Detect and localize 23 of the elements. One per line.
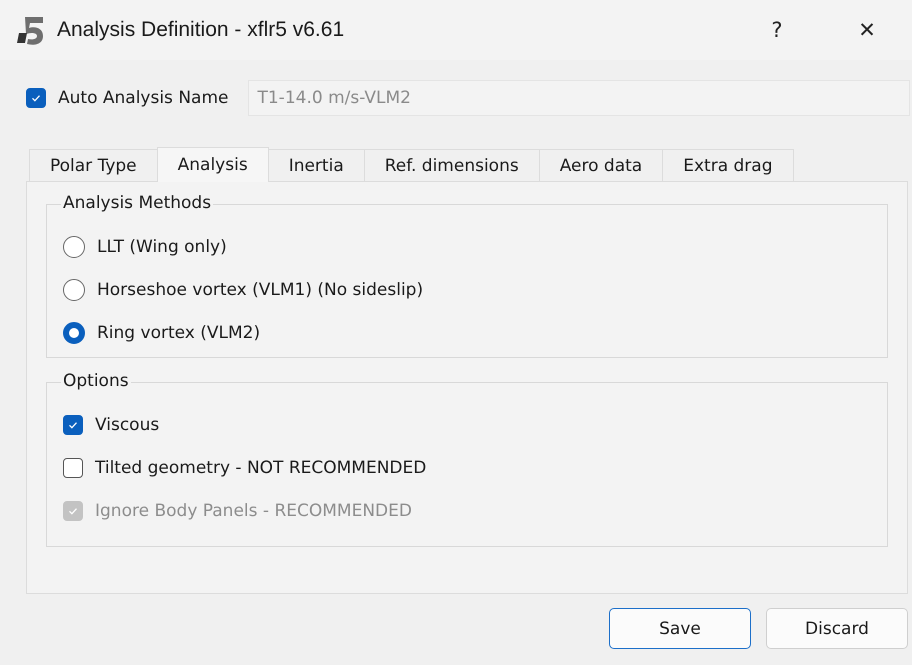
checkbox[interactable] (63, 458, 83, 478)
radio-button[interactable] (63, 322, 85, 344)
radio-label: LLT (Wing only) (97, 236, 227, 256)
checkbox-label: Ignore Body Panels - RECOMMENDED (95, 500, 412, 520)
save-button[interactable]: Save (609, 608, 751, 649)
window-title: Analysis Definition - xflr5 v6.61 (57, 18, 346, 42)
discard-button[interactable]: Discard (766, 608, 908, 649)
help-button[interactable]: ? (732, 18, 822, 42)
tab[interactable]: Extra drag (662, 149, 794, 181)
radio-label: Ring vortex (VLM2) (97, 322, 260, 342)
checkbox-label: Viscous (95, 414, 160, 434)
group-title: Analysis Methods (61, 193, 214, 213)
checkbox-label: Auto Analysis Name (58, 88, 228, 108)
checkbox-label: Tilted geometry - NOT RECOMMENDED (95, 458, 426, 478)
radio-button[interactable] (63, 278, 85, 300)
tab[interactable]: Analysis (156, 147, 269, 182)
close-button[interactable]: ✕ (822, 18, 912, 42)
checkbox[interactable] (63, 414, 83, 434)
app-logo-icon (17, 15, 45, 45)
tab[interactable]: Polar Type (29, 149, 158, 181)
radio-label: Horseshoe vortex (VLM1) (No sideslip) (97, 280, 424, 300)
group-title: Options (61, 371, 131, 391)
radio-button[interactable] (63, 236, 85, 258)
